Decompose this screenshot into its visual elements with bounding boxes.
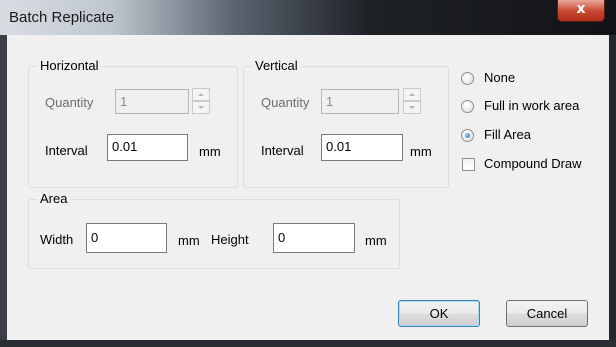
vertical-group: Vertical Quantity 1 Interval 0.01 mm (243, 58, 449, 188)
horizontal-interval-input[interactable]: 0.01 (107, 134, 188, 161)
horizontal-interval-unit: mm (199, 144, 221, 159)
horizontal-interval-label: Interval (45, 143, 88, 158)
horizontal-group-label: Horizontal (37, 58, 102, 73)
dialog-body: Horizontal Quantity 1 Interval 0.01 mm V… (7, 35, 609, 340)
window-border-left (0, 35, 7, 347)
radio-full-in-work-area-label[interactable]: Full in work area (484, 98, 579, 113)
window-border-right (609, 35, 616, 347)
vertical-quantity-up-button[interactable] (403, 88, 421, 101)
radio-fill-area[interactable] (461, 129, 474, 142)
vertical-interval-label: Interval (261, 143, 304, 158)
vertical-quantity-down-button[interactable] (403, 101, 421, 114)
radio-full-in-work-area[interactable] (461, 100, 474, 113)
area-group-label: Area (37, 191, 71, 206)
title-bar[interactable]: Batch Replicate x (0, 0, 616, 35)
spin-down-arrow-icon (198, 106, 204, 109)
radio-none-label[interactable]: None (484, 70, 515, 85)
vertical-quantity-input[interactable]: 1 (321, 89, 399, 114)
radio-none[interactable] (461, 72, 474, 85)
vertical-interval-unit: mm (410, 144, 432, 159)
horizontal-quantity-down-button[interactable] (192, 101, 210, 114)
radio-fill-area-label[interactable]: Fill Area (484, 127, 531, 142)
area-height-unit: mm (365, 233, 387, 248)
cancel-button[interactable]: Cancel (506, 300, 588, 327)
horizontal-quantity-spinner[interactable] (192, 88, 210, 115)
radio-selected-dot-icon (465, 133, 470, 138)
compound-draw-checkbox[interactable] (462, 158, 475, 171)
area-height-input[interactable]: 0 (273, 223, 355, 253)
area-group: Area Width 0 mm Height 0 mm (28, 191, 400, 269)
spin-up-arrow-icon (409, 93, 415, 96)
dialog-title: Batch Replicate (9, 9, 115, 26)
area-width-input[interactable]: 0 (86, 223, 167, 253)
horizontal-quantity-up-button[interactable] (192, 88, 210, 101)
vertical-group-label: Vertical (252, 58, 301, 73)
spin-down-arrow-icon (409, 106, 415, 109)
vertical-quantity-label: Quantity (261, 95, 310, 110)
compound-draw-label[interactable]: Compound Draw (484, 156, 582, 171)
close-icon: x (576, 1, 586, 17)
spin-up-arrow-icon (198, 93, 204, 96)
vertical-interval-input[interactable]: 0.01 (321, 134, 403, 161)
window-border-bottom (0, 340, 616, 347)
ok-button[interactable]: OK (398, 300, 480, 327)
close-button[interactable]: x (557, 0, 605, 22)
horizontal-quantity-label: Quantity (45, 95, 94, 110)
vertical-quantity-spinner[interactable] (403, 88, 421, 115)
horizontal-group: Horizontal Quantity 1 Interval 0.01 mm (28, 58, 238, 188)
area-width-label: Width (40, 232, 74, 247)
area-width-unit: mm (178, 233, 200, 248)
batch-replicate-dialog: Batch Replicate x Horizontal Quantity 1 … (0, 0, 616, 347)
horizontal-quantity-input[interactable]: 1 (115, 89, 189, 114)
area-height-label: Height (211, 232, 249, 247)
